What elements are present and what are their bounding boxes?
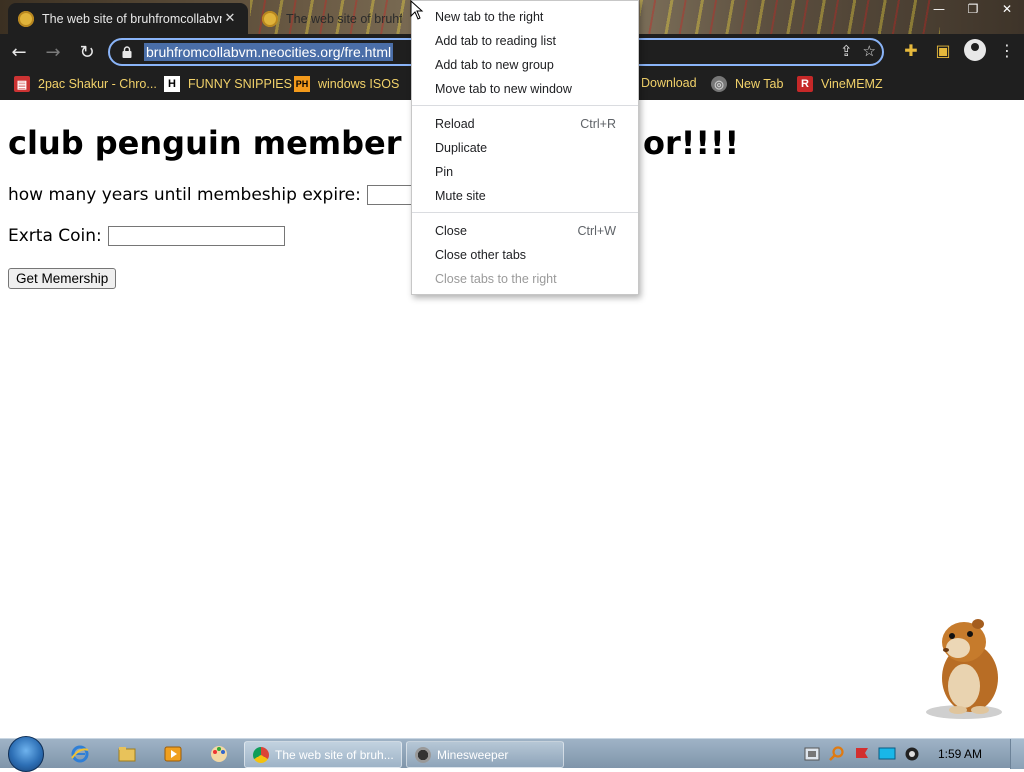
menu-item-label: Mute site bbox=[435, 189, 486, 203]
site-favicon-icon bbox=[262, 10, 278, 27]
windows-taskbar: The web site of bruh... Minesweeper 1:59… bbox=[0, 736, 1024, 772]
bookmark-label: Download bbox=[641, 76, 697, 90]
menu-item-label: Reload bbox=[435, 117, 475, 131]
bookmark-item[interactable]: Download bbox=[641, 76, 697, 90]
paint-app-icon[interactable] bbox=[209, 744, 229, 764]
taskbar-minesweeper-window[interactable]: Minesweeper bbox=[406, 741, 564, 768]
shopping-bag-icon: ▤ bbox=[14, 76, 30, 92]
restore-icon[interactable]: ❐ bbox=[956, 0, 990, 22]
profile-avatar-icon[interactable] bbox=[964, 39, 986, 61]
h-logo-icon: H bbox=[164, 76, 180, 92]
lock-icon[interactable] bbox=[120, 46, 134, 58]
menu-item-label: Close tabs to the right bbox=[435, 272, 557, 286]
page-heading-tail: or!!!! bbox=[643, 124, 740, 162]
system-clock[interactable]: 1:59 AM bbox=[938, 747, 982, 761]
menu-item-pin[interactable]: Pin bbox=[412, 160, 638, 184]
menu-item-label: Add tab to new group bbox=[435, 58, 554, 72]
page-heading-text: club penguin member bbox=[8, 124, 402, 162]
menu-item-label: New tab to the right bbox=[435, 10, 544, 24]
years-label: how many years until membeship expire: bbox=[8, 185, 361, 205]
media-player-icon[interactable] bbox=[163, 744, 183, 764]
menu-item-label: Close bbox=[435, 224, 467, 238]
r-logo-icon: R bbox=[797, 76, 813, 92]
bookmark-item[interactable]: H FUNNY SNIPPIES bbox=[164, 76, 292, 92]
display-monitor-icon[interactable] bbox=[878, 746, 896, 762]
minimize-icon[interactable]: — bbox=[922, 0, 956, 22]
menu-item-mute-site[interactable]: Mute site bbox=[412, 184, 638, 208]
network-icon[interactable] bbox=[803, 746, 821, 762]
tab-title: The web site of bruhfromcollabvm bbox=[42, 11, 222, 26]
menu-separator bbox=[412, 105, 638, 106]
bookmark-item[interactable]: ◎ New Tab bbox=[711, 76, 783, 92]
site-favicon-icon bbox=[18, 10, 34, 27]
coin-input[interactable] bbox=[107, 226, 285, 246]
show-desktop-button[interactable] bbox=[1010, 739, 1024, 769]
mouse-cursor-icon bbox=[410, 0, 424, 20]
menu-item-shortcut: Ctrl+R bbox=[580, 117, 616, 131]
tab-title: The web site of bruhfromcollabvm bbox=[286, 11, 402, 26]
menu-item-shortcut: Ctrl+W bbox=[577, 224, 616, 238]
tab-context-menu: New tab to the right Add tab to reading … bbox=[411, 0, 639, 295]
menu-item-add-new-group[interactable]: Add tab to new group bbox=[412, 53, 638, 77]
get-membership-button[interactable]: Get Memership bbox=[8, 268, 117, 289]
browser-tab-inactive[interactable]: The web site of bruhfromcollabvm bbox=[252, 3, 412, 34]
menu-item-add-reading-list[interactable]: Add tab to reading list bbox=[412, 29, 638, 53]
menu-separator bbox=[412, 212, 638, 213]
ph-logo-icon: PH bbox=[294, 76, 310, 92]
menu-item-label: Add tab to reading list bbox=[435, 34, 556, 48]
bookmark-label: windows ISOS bbox=[318, 77, 400, 91]
bookmark-item[interactable]: ▤ 2pac Shakur - Chro... bbox=[14, 76, 157, 92]
bookmark-label: New Tab bbox=[735, 77, 784, 91]
menu-item-reload[interactable]: Reload Ctrl+R bbox=[412, 112, 638, 136]
close-tab-icon[interactable]: ✕ bbox=[222, 11, 238, 26]
menu-item-close-tabs-right: Close tabs to the right bbox=[412, 267, 638, 291]
search-magnifier-icon[interactable] bbox=[828, 746, 846, 762]
volume-speaker-icon[interactable] bbox=[903, 746, 921, 762]
bookmark-label: 2pac Shakur - Chro... bbox=[38, 77, 157, 91]
menu-item-label: Duplicate bbox=[435, 141, 488, 155]
start-button[interactable] bbox=[8, 736, 44, 772]
bookmark-star-icon[interactable]: ☆ bbox=[863, 42, 876, 60]
menu-item-close-other-tabs[interactable]: Close other tabs bbox=[412, 243, 638, 267]
share-icon[interactable]: ⇪ bbox=[840, 42, 853, 60]
coin-label: Exrta Coin: bbox=[8, 226, 102, 246]
browser-tab-active[interactable]: The web site of bruhfromcollabvm ✕ bbox=[8, 3, 248, 34]
menu-item-label: Move tab to new window bbox=[435, 82, 572, 96]
extensions-puzzle-icon[interactable]: ✚ bbox=[900, 37, 922, 63]
close-window-icon[interactable]: ✕ bbox=[990, 0, 1024, 22]
hamster-pet-icon[interactable] bbox=[918, 614, 1010, 720]
bookmark-label: FUNNY SNIPPIES bbox=[188, 77, 292, 91]
internet-explorer-icon[interactable] bbox=[70, 744, 90, 764]
taskbar-window-label: Minesweeper bbox=[437, 747, 509, 762]
taskbar-window-label: The web site of bruh... bbox=[275, 747, 394, 762]
globe-icon: ◎ bbox=[711, 76, 727, 92]
forward-icon[interactable]: → bbox=[38, 37, 68, 67]
minesweeper-icon bbox=[415, 746, 431, 763]
more-menu-icon[interactable]: ⋮ bbox=[996, 37, 1018, 63]
menu-item-label: Close other tabs bbox=[435, 248, 527, 262]
bookmark-item[interactable]: PH windows ISOS bbox=[294, 76, 399, 92]
window-controls: — ❐ ✕ bbox=[922, 0, 1024, 22]
back-icon[interactable]: ← bbox=[4, 37, 34, 67]
menu-item-label: Pin bbox=[435, 165, 454, 179]
menu-item-new-tab-right[interactable]: New tab to the right bbox=[412, 5, 638, 29]
menu-item-duplicate[interactable]: Duplicate bbox=[412, 136, 638, 160]
file-explorer-icon[interactable] bbox=[117, 744, 137, 764]
menu-item-move-new-window[interactable]: Move tab to new window bbox=[412, 77, 638, 101]
coin-row: Exrta Coin: bbox=[8, 226, 285, 246]
chrome-icon bbox=[253, 746, 269, 763]
bookmark-item[interactable]: R VineMEMZ bbox=[797, 76, 883, 92]
side-panel-icon[interactable]: ▣ bbox=[932, 37, 954, 63]
system-tray: 1:59 AM bbox=[803, 739, 1010, 769]
page-heading: club penguin member bbox=[8, 124, 402, 162]
menu-item-close[interactable]: Close Ctrl+W bbox=[412, 219, 638, 243]
url-text[interactable]: bruhfromcollabvm.neocities.org/fre.html bbox=[144, 43, 394, 61]
taskbar-chrome-window[interactable]: The web site of bruh... bbox=[244, 741, 402, 768]
reload-icon[interactable]: ↻ bbox=[72, 37, 102, 67]
bookmark-label: VineMEMZ bbox=[821, 77, 883, 91]
action-center-flag-icon[interactable] bbox=[853, 746, 871, 762]
